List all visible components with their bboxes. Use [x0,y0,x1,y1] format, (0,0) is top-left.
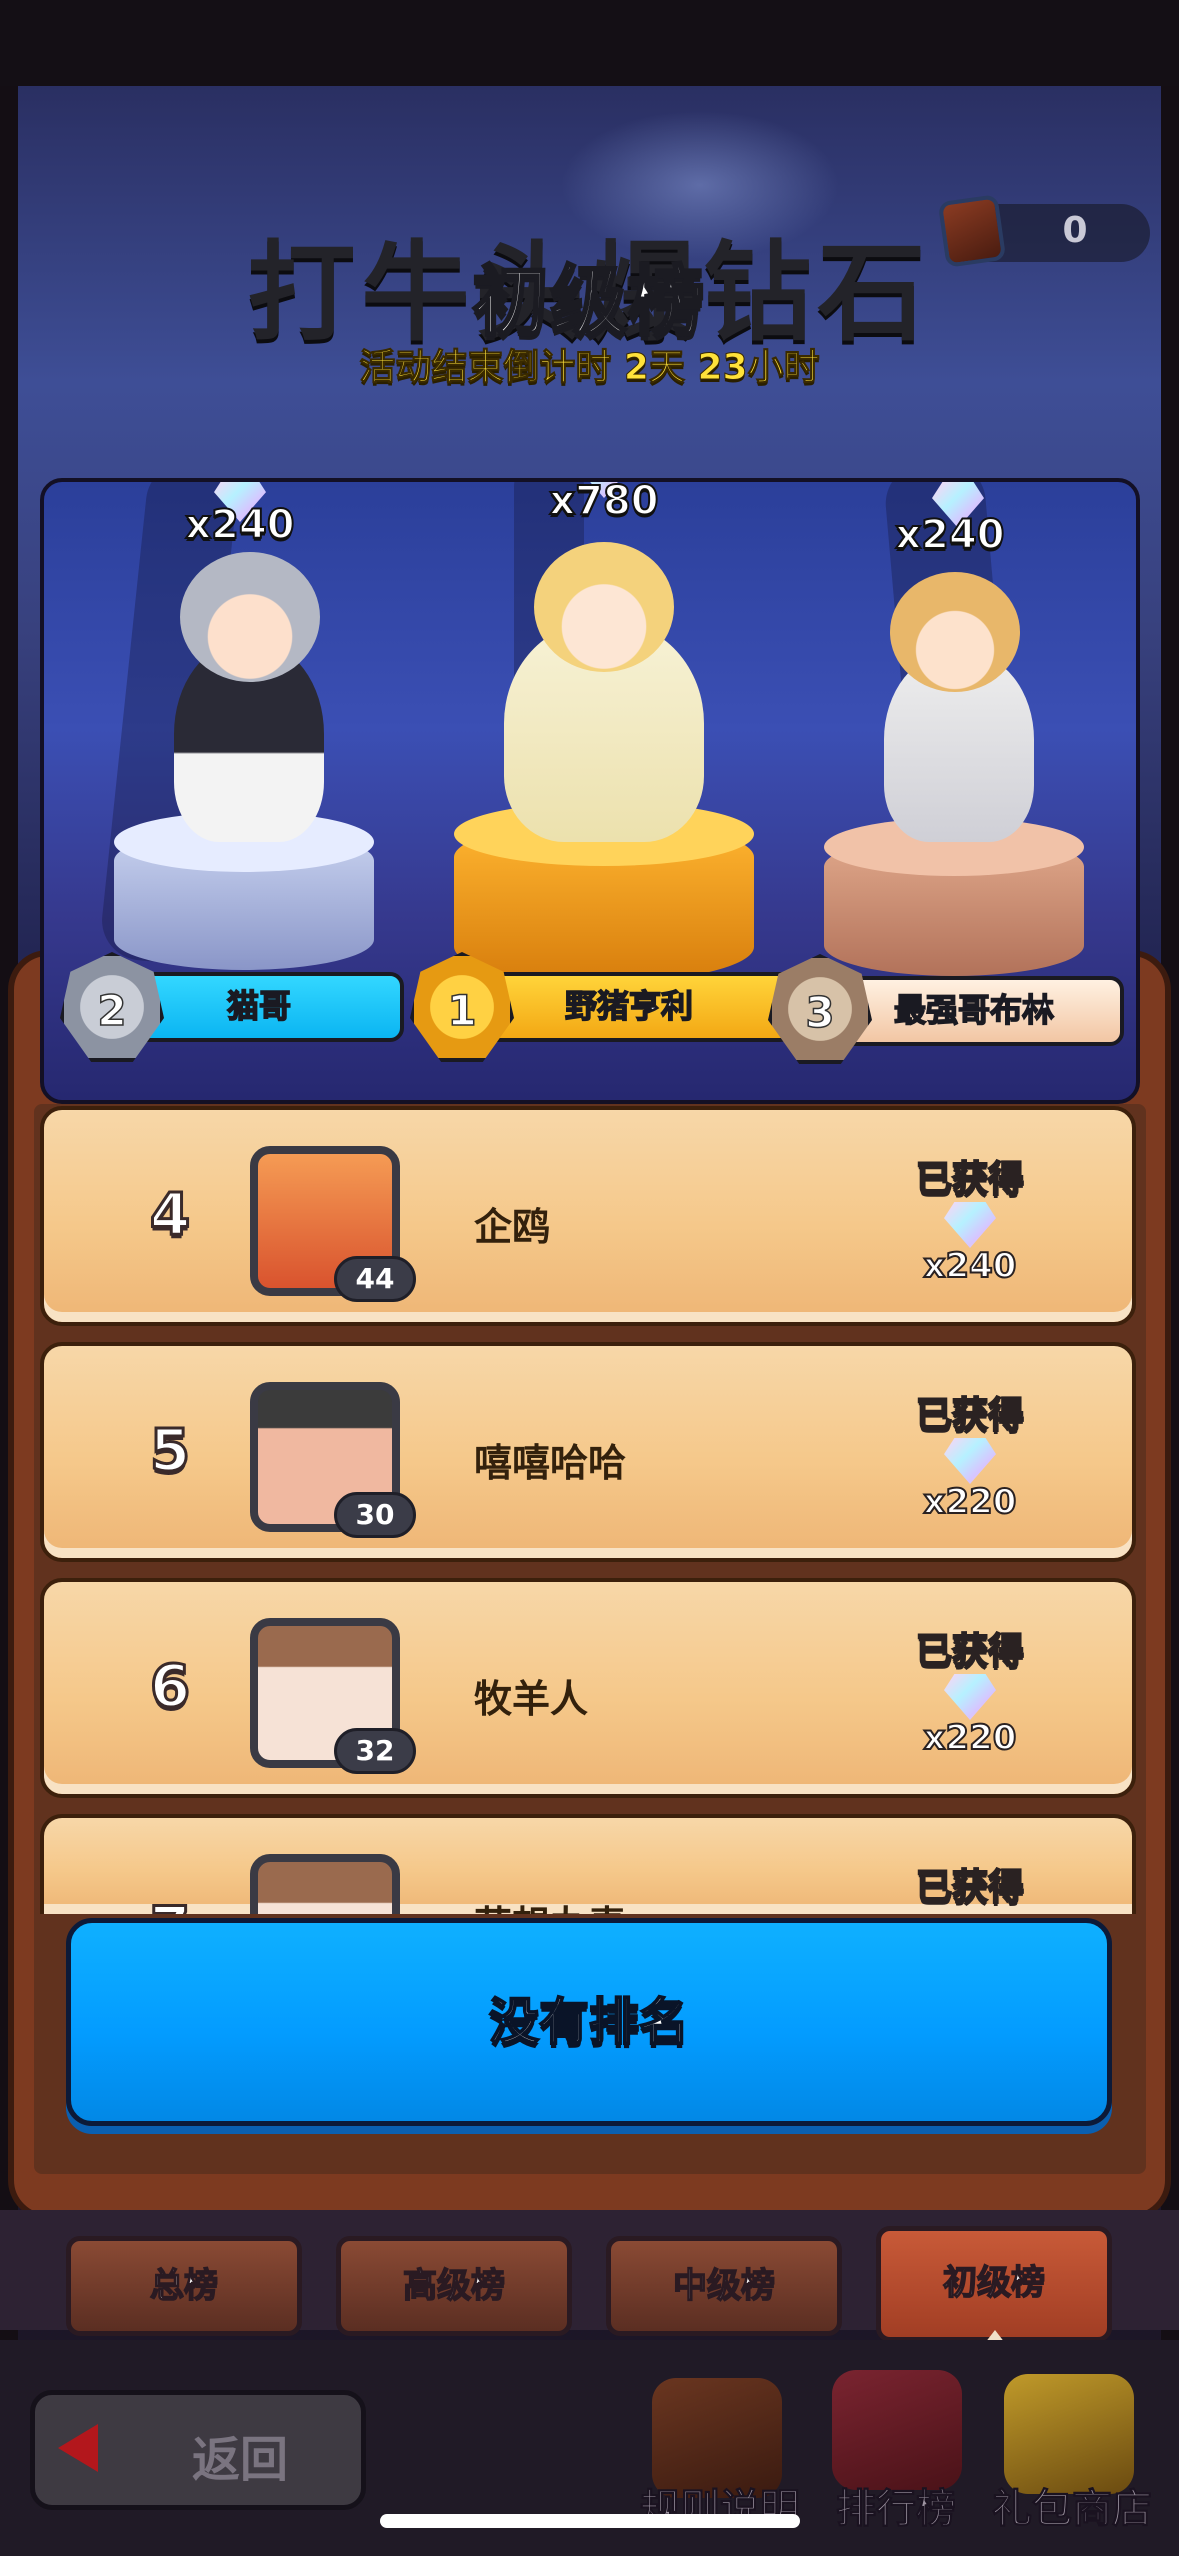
my-rank-button[interactable]: 没有排名 [66,1918,1112,2126]
player-level-badge: 32 [334,1728,416,1774]
ticket-icon [937,194,1007,268]
earned-label: 已获得 [915,1866,1025,1909]
gift-shop-label[interactable]: 礼包商店 [962,2476,1179,2534]
player-level-badge: 44 [334,1256,416,1302]
leaderboard-icon[interactable] [832,2370,962,2490]
diamond-icon [944,1674,996,1720]
diamond-icon [944,1438,996,1484]
ranking-row[interactable]: 5 30 嘻嘻哈哈 已获得 x220 [40,1342,1136,1562]
earned-amount: x240 [923,1245,1018,1287]
diamond-icon [944,1202,996,1248]
tab-intermediate[interactable]: 中级榜 [606,2236,842,2336]
rank-number: 7 [130,1893,210,1915]
tab-advanced[interactable]: 高级榜 [336,2236,572,2336]
first-place-prize: x780 [548,478,659,525]
status-bar [0,0,1179,86]
tab-beginner[interactable]: 初级榜 [876,2226,1112,2342]
player-name: 企鸥 [474,1205,551,1249]
player-name: 嘻嘻哈哈 [474,1441,627,1485]
player-level-badge: 30 [334,1492,416,1538]
ranking-row[interactable]: 4 44 企鸥 已获得 x240 [40,1106,1136,1326]
ranking-row[interactable]: 6 32 牧羊人 已获得 x220 [40,1578,1136,1798]
back-arrow-icon [58,2424,98,2472]
second-place-character-head [180,552,320,682]
back-button-label: 返回 [191,2432,288,2488]
first-place-character-head [534,542,674,672]
third-place-character-head [890,572,1020,692]
podium: x240 x780 x240 猫哥 野猪亨利 最强哥布林 2 1 3 [40,478,1140,1104]
earned-label: 已获得 [915,1630,1025,1673]
bronze-medal-icon: 3 [768,954,872,1064]
earned-label: 已获得 [915,1158,1025,1201]
silver-medal-icon: 2 [60,952,164,1062]
player-name: 花想丸毒 [474,1894,626,1914]
third-place-prize: x240 [894,511,1005,559]
second-place-prize: x240 [184,501,295,549]
rank-number: 4 [148,1179,191,1250]
rank-number: 6 [148,1651,191,1722]
earned-label: 已获得 [915,1394,1025,1437]
ticket-count: 0 [1062,210,1088,251]
ranking-row[interactable]: 7 花想丸毒 已获得 [40,1814,1136,1914]
player-avatar[interactable] [250,1854,400,1914]
player-name: 牧羊人 [474,1677,589,1721]
rank-number: 5 [148,1415,191,1486]
home-indicator [380,2514,800,2528]
first-place-name[interactable]: 野猪亨利 [464,972,794,1042]
event-countdown: 活动结束倒计时 2天 23小时 [359,347,820,389]
earned-amount: x220 [923,1717,1018,1759]
tab-overall[interactable]: 总榜 [66,2236,302,2336]
earned-amount: x220 [923,1481,1018,1523]
